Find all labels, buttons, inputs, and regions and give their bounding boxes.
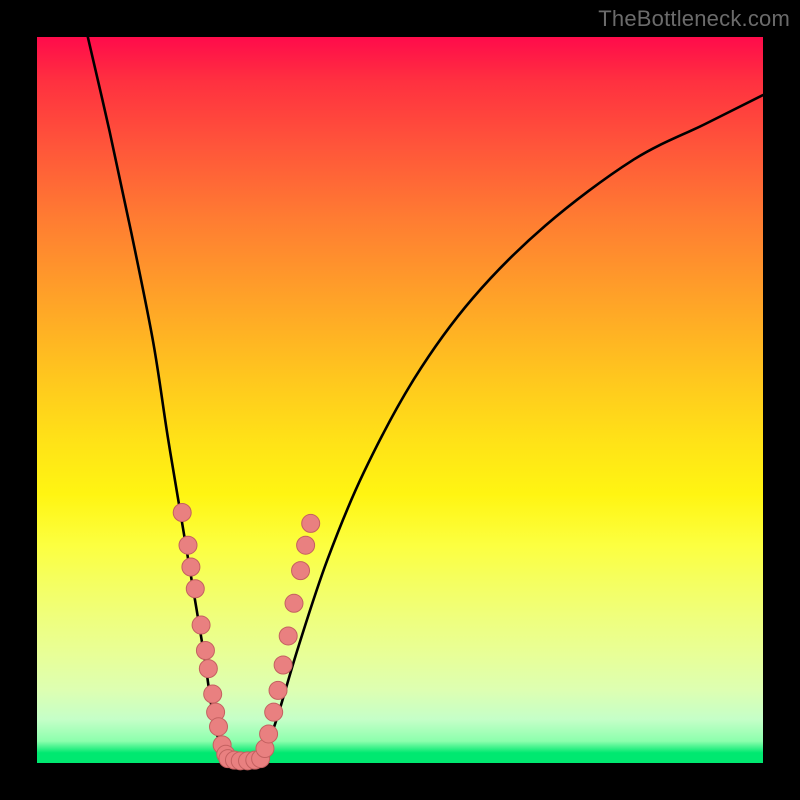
cluster-dot bbox=[199, 660, 217, 678]
cluster-dot bbox=[285, 594, 303, 612]
cluster-dot bbox=[182, 558, 200, 576]
cluster-dot bbox=[292, 562, 310, 580]
cluster-dot bbox=[274, 656, 292, 674]
cluster-dot bbox=[297, 536, 315, 554]
cluster-dot bbox=[260, 725, 278, 743]
cluster-dot bbox=[269, 681, 287, 699]
cluster-dot bbox=[173, 504, 191, 522]
cluster-dot bbox=[204, 685, 222, 703]
cluster-dot bbox=[179, 536, 197, 554]
cluster-dot bbox=[210, 718, 228, 736]
cluster-dot bbox=[302, 514, 320, 532]
cluster-dot bbox=[265, 703, 283, 721]
cluster-dot bbox=[279, 627, 297, 645]
cluster-dot bbox=[196, 641, 214, 659]
chart-svg bbox=[37, 37, 763, 763]
bottleneck-curve bbox=[88, 37, 763, 762]
cluster-dot bbox=[186, 580, 204, 598]
cluster-dots-group bbox=[173, 504, 320, 770]
watermark-text: TheBottleneck.com bbox=[598, 6, 790, 32]
outer-frame: TheBottleneck.com bbox=[0, 0, 800, 800]
cluster-dot bbox=[192, 616, 210, 634]
